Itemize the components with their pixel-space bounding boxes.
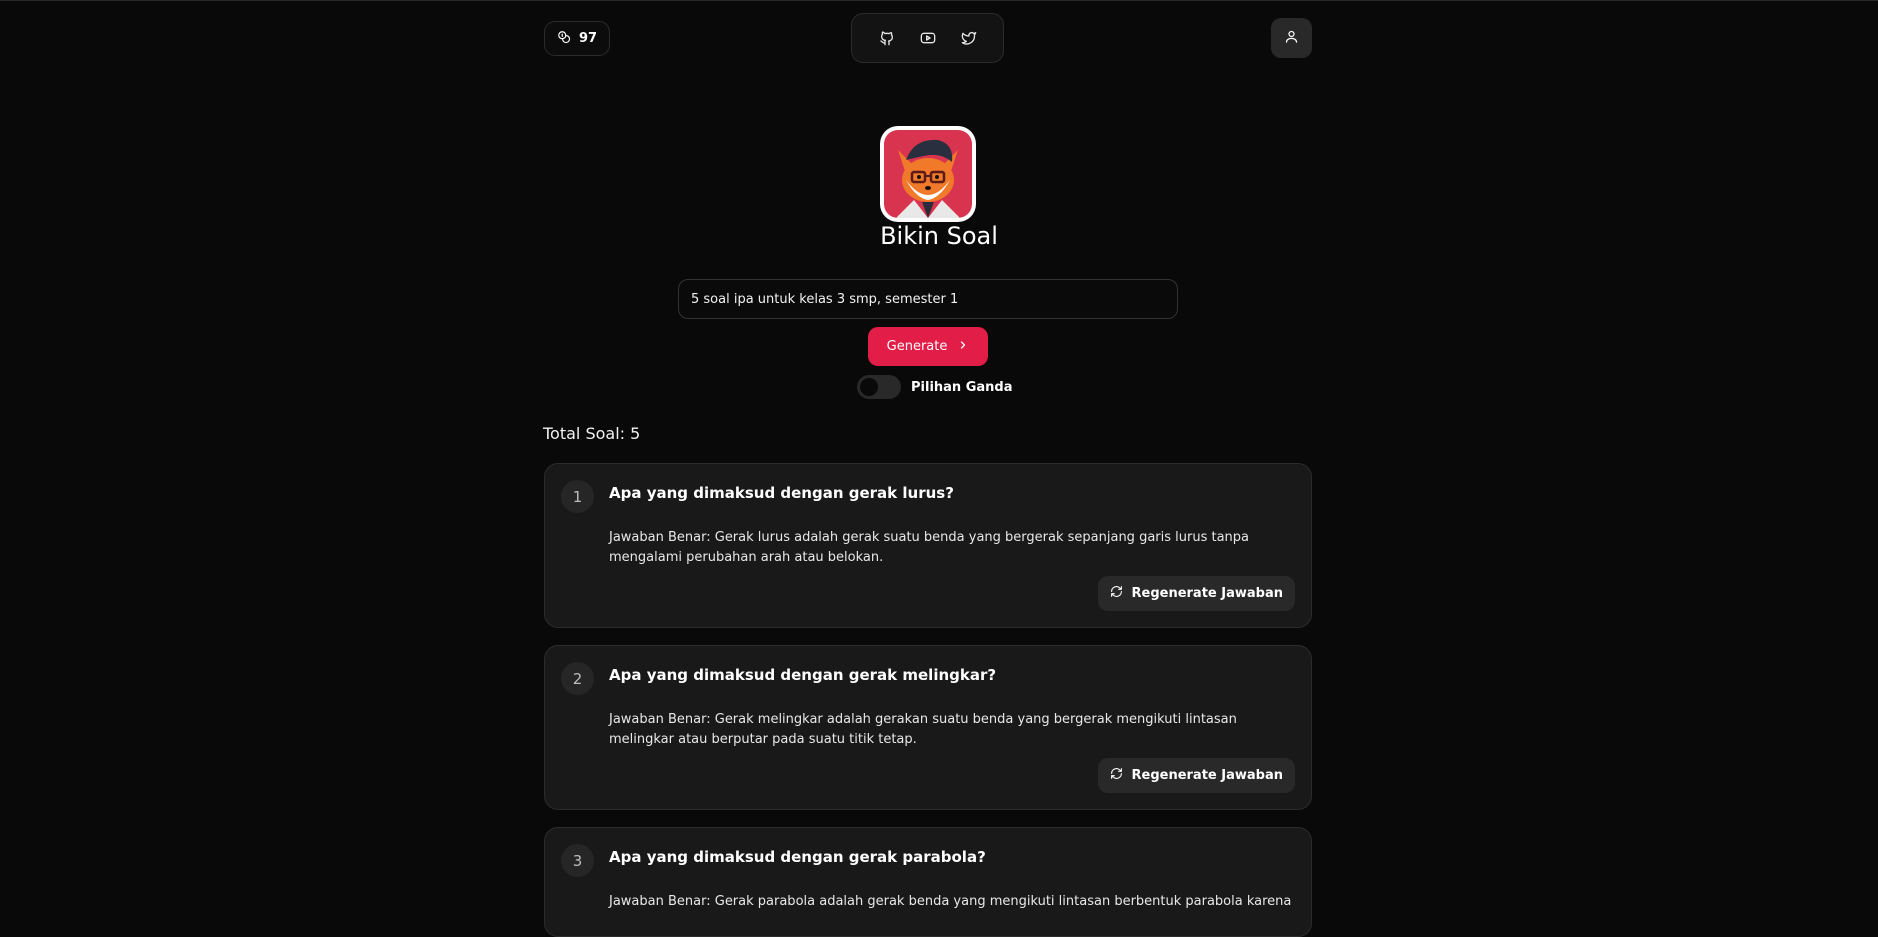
question-number: 2 (561, 662, 594, 695)
generate-label: Generate (886, 339, 948, 354)
answer-text: Jawaban Benar: Gerak parabola adalah ger… (609, 894, 1292, 909)
answer-text: Jawaban Benar: Gerak lurus adalah gerak … (609, 530, 1250, 565)
github-icon[interactable] (876, 27, 898, 49)
total-questions: Total Soal: 5 (543, 424, 641, 443)
fox-mascot-icon (884, 130, 972, 218)
question-card: 2 Apa yang dimaksud dengan gerak melingk… (544, 645, 1312, 810)
multiple-choice-toggle-row: Pilihan Ganda (857, 375, 1012, 399)
credits-count: 97 (579, 31, 598, 46)
question-text: Apa yang dimaksud dengan gerak parabola? (609, 848, 986, 866)
answer-text: Jawaban Benar: Gerak melingkar adalah ge… (609, 712, 1237, 747)
regenerate-label: Regenerate Jawaban (1131, 768, 1284, 783)
top-border (0, 0, 1878, 1)
regenerate-label: Regenerate Jawaban (1131, 586, 1284, 601)
question-number: 3 (561, 844, 594, 877)
question-text: Apa yang dimaksud dengan gerak melingkar… (609, 666, 997, 684)
question-card: 1 Apa yang dimaksud dengan gerak lurus? … (544, 463, 1312, 628)
youtube-icon[interactable] (917, 27, 939, 49)
regenerate-answer-button[interactable]: Regenerate Jawaban (1097, 758, 1295, 793)
credits-badge[interactable]: 97 (544, 21, 611, 56)
coin-icon (557, 30, 571, 48)
app-logo (880, 126, 976, 222)
refresh-icon (1110, 585, 1123, 602)
page-title: Bikin Soal (880, 222, 998, 250)
twitter-icon[interactable] (958, 27, 980, 49)
regenerate-answer-button[interactable]: Regenerate Jawaban (1097, 576, 1295, 611)
switch-knob (860, 378, 878, 396)
chevron-right-icon (957, 339, 969, 355)
prompt-input[interactable] (678, 279, 1178, 319)
generate-button[interactable]: Generate (868, 327, 988, 366)
toggle-label: Pilihan Ganda (911, 379, 1013, 395)
multiple-choice-switch[interactable] (857, 375, 901, 399)
question-text: Apa yang dimaksud dengan gerak lurus? (609, 484, 954, 502)
user-icon (1284, 29, 1299, 48)
user-menu-button[interactable] (1271, 18, 1312, 58)
refresh-icon (1110, 767, 1123, 784)
question-number: 1 (561, 480, 594, 513)
social-links (851, 13, 1004, 63)
